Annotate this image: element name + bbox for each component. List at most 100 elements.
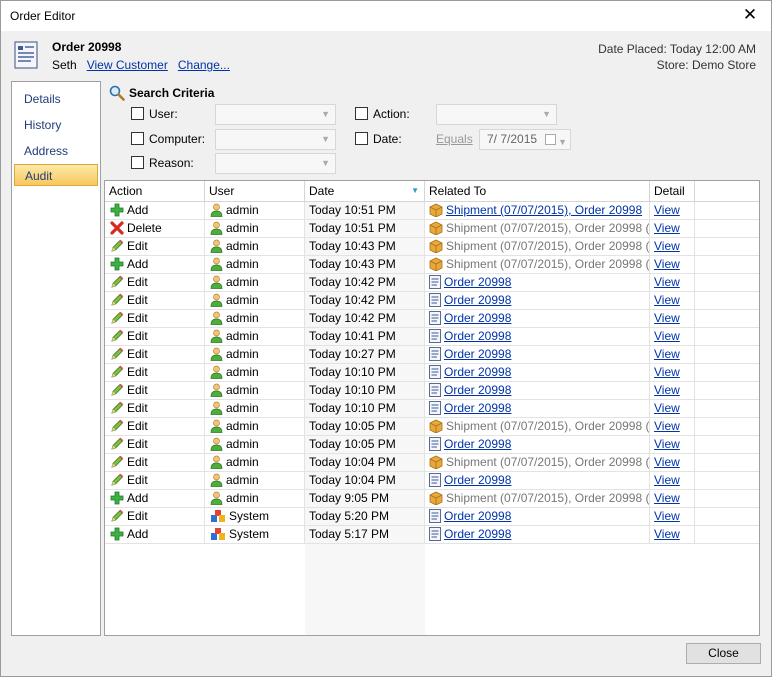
close-button[interactable]: Close xyxy=(686,643,761,664)
table-row[interactable]: Add admin Today 10:51 PM Shipment (07/07/20… xyxy=(105,202,759,220)
view-customer-link[interactable]: View Customer xyxy=(87,58,168,72)
related-to-text[interactable]: Order 20998 xyxy=(444,329,511,343)
user-text: admin xyxy=(226,221,259,235)
view-detail-link[interactable]: View xyxy=(654,437,680,451)
order-document-icon xyxy=(429,311,441,328)
user-cell: System xyxy=(205,526,305,544)
view-detail-link[interactable]: View xyxy=(654,419,680,433)
action-cell: Edit xyxy=(105,310,205,328)
table-row[interactable]: Edit admin Today 10:42 PM Order 20998 View xyxy=(105,292,759,310)
date-cell: Today 9:05 PM xyxy=(305,490,425,508)
view-detail-link[interactable]: View xyxy=(654,239,680,253)
date-picker[interactable]: 7/ 7/2015 ▼ xyxy=(479,129,571,150)
column-header-user[interactable]: User xyxy=(205,181,305,202)
table-row[interactable]: Edit System Today 5:20 PM Order 20998 View xyxy=(105,508,759,526)
user-filter-checkbox[interactable] xyxy=(131,107,144,120)
table-row[interactable]: Edit admin Today 10:42 PM Order 20998 View xyxy=(105,274,759,292)
shipment-box-icon xyxy=(429,455,443,472)
related-to-text[interactable]: Order 20998 xyxy=(444,509,511,523)
table-row[interactable]: Add System Today 5:17 PM Order 20998 View xyxy=(105,526,759,544)
table-row[interactable]: Add admin Today 10:43 PM Shipment (07/07/20… xyxy=(105,256,759,274)
change-customer-link[interactable]: Change... xyxy=(178,58,230,72)
view-detail-link[interactable]: View xyxy=(654,509,680,523)
action-filter-checkbox[interactable] xyxy=(355,107,368,120)
action-filter-select[interactable]: ▼ xyxy=(436,104,557,125)
nav-item-history[interactable]: History xyxy=(14,114,98,136)
view-detail-link[interactable]: View xyxy=(654,311,680,325)
user-text: admin xyxy=(226,491,259,505)
detail-cell: View xyxy=(650,238,695,256)
related-to-text[interactable]: Order 20998 xyxy=(444,293,511,307)
action-text: Add xyxy=(127,203,149,217)
related-to-text[interactable]: Order 20998 xyxy=(444,401,511,415)
window-close-icon[interactable]: ✕ xyxy=(735,2,765,28)
column-header-label: Action xyxy=(109,184,143,198)
action-filter-label: Action: xyxy=(373,107,410,121)
column-header-date[interactable]: Date ▼ xyxy=(305,181,425,202)
computer-filter-select[interactable]: ▼ xyxy=(215,129,336,150)
table-row[interactable]: Edit admin Today 10:04 PM Shipment (07/07/2… xyxy=(105,454,759,472)
view-detail-link[interactable]: View xyxy=(654,329,680,343)
nav-item-details[interactable]: Details xyxy=(14,88,98,110)
view-detail-link[interactable]: View xyxy=(654,275,680,289)
user-cell: admin xyxy=(205,256,305,274)
table-row[interactable]: Edit admin Today 10:10 PM Order 20998 View xyxy=(105,364,759,382)
view-detail-link[interactable]: View xyxy=(654,221,680,235)
edit-pencil-icon xyxy=(110,293,124,310)
view-detail-link[interactable]: View xyxy=(654,401,680,415)
computer-filter-checkbox[interactable] xyxy=(131,132,144,145)
reason-filter-select[interactable]: ▼ xyxy=(215,153,336,174)
view-detail-link[interactable]: View xyxy=(654,365,680,379)
system-icon xyxy=(210,509,226,526)
column-header-related-to[interactable]: Related To xyxy=(425,181,650,202)
view-detail-link[interactable]: View xyxy=(654,491,680,505)
related-to-text[interactable]: Order 20998 xyxy=(444,527,511,541)
table-row[interactable]: Edit admin Today 10:10 PM Order 20998 View xyxy=(105,382,759,400)
view-detail-link[interactable]: View xyxy=(654,293,680,307)
table-row[interactable]: Edit admin Today 10:27 PM Order 20998 View xyxy=(105,346,759,364)
table-row[interactable]: Edit admin Today 10:41 PM Order 20998 View xyxy=(105,328,759,346)
user-filter-select[interactable]: ▼ xyxy=(215,104,336,125)
related-to-text[interactable]: Order 20998 xyxy=(444,275,511,289)
user-icon xyxy=(210,275,223,292)
table-row[interactable]: Edit admin Today 10:43 PM Shipment (07/07/2… xyxy=(105,238,759,256)
related-to-text[interactable]: Order 20998 xyxy=(444,473,511,487)
table-row[interactable]: Delete admin Today 10:51 PM Shipment (07/07… xyxy=(105,220,759,238)
reason-filter-checkbox[interactable] xyxy=(131,156,144,169)
user-cell: admin xyxy=(205,436,305,454)
view-detail-link[interactable]: View xyxy=(654,383,680,397)
date-cell: Today 5:20 PM xyxy=(305,508,425,526)
table-row[interactable]: Edit admin Today 10:04 PM Order 20998 View xyxy=(105,472,759,490)
view-detail-link[interactable]: View xyxy=(654,257,680,271)
related-to-text[interactable]: Order 20998 xyxy=(444,365,511,379)
table-row[interactable]: Edit admin Today 10:10 PM Order 20998 View xyxy=(105,400,759,418)
magnifier-icon xyxy=(109,85,125,104)
user-cell: admin xyxy=(205,364,305,382)
nav-item-address[interactable]: Address xyxy=(14,140,98,162)
nav-item-audit[interactable]: Audit xyxy=(14,164,98,186)
date-filter-checkbox[interactable] xyxy=(355,132,368,145)
table-row[interactable]: Edit admin Today 10:42 PM Order 20998 View xyxy=(105,310,759,328)
date-text: Today 10:51 PM xyxy=(309,221,396,235)
table-row[interactable]: Edit admin Today 10:05 PM Shipment (07/07/2… xyxy=(105,418,759,436)
related-to-text[interactable]: Order 20998 xyxy=(444,311,511,325)
view-detail-link[interactable]: View xyxy=(654,527,680,541)
date-operator-link[interactable]: Equals xyxy=(436,132,473,146)
detail-cell: View xyxy=(650,526,695,544)
view-detail-link[interactable]: View xyxy=(654,455,680,469)
user-text: admin xyxy=(226,347,259,361)
related-to-text[interactable]: Shipment (07/07/2015), Order 20998 xyxy=(446,203,642,217)
related-to-text[interactable]: Order 20998 xyxy=(444,347,511,361)
related-to-text[interactable]: Order 20998 xyxy=(444,437,511,451)
related-to-text[interactable]: Order 20998 xyxy=(444,383,511,397)
view-detail-link[interactable]: View xyxy=(654,203,680,217)
column-header-detail[interactable]: Detail xyxy=(650,181,695,202)
action-cell: Edit xyxy=(105,292,205,310)
date-text: Today 5:17 PM xyxy=(309,527,390,541)
table-row[interactable]: Add admin Today 9:05 PM Shipment (07/07/201… xyxy=(105,490,759,508)
view-detail-link[interactable]: View xyxy=(654,473,680,487)
view-detail-link[interactable]: View xyxy=(654,347,680,361)
table-row[interactable]: Edit admin Today 10:05 PM Order 20998 View xyxy=(105,436,759,454)
related-to-text: Shipment (07/07/2015), Order 20998 (... xyxy=(446,221,650,235)
column-header-action[interactable]: Action xyxy=(105,181,205,202)
